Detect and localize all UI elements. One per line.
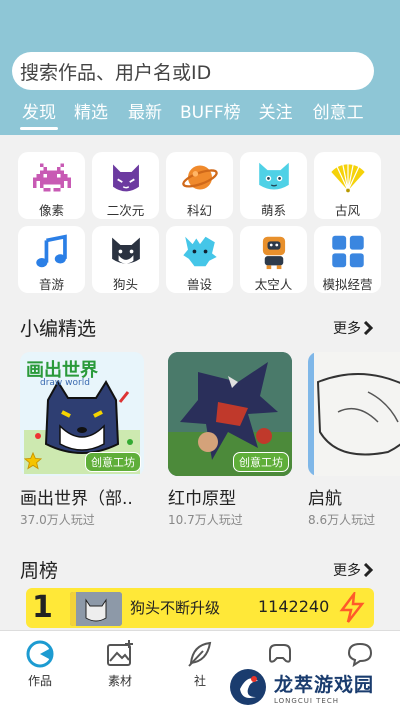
category-label: 太空人 <box>254 277 293 292</box>
search-placeholder: 搜索作品、用户名或ID <box>20 61 212 84</box>
pick-card[interactable]: 画出世界 draw world 创意工坊 画出世界（部.. 37.0万人玩过 <box>20 352 144 528</box>
lightning-icon <box>339 592 365 623</box>
header: 搜索作品、用户名或ID 发现 精选 最新 BUFF榜 关注 创意工 <box>0 0 400 135</box>
category-ancient[interactable]: 古风 <box>314 152 381 219</box>
category-label: 像素 <box>38 203 64 218</box>
category-anime[interactable]: 二次元 <box>92 152 159 219</box>
more-label: 更多 <box>333 563 361 579</box>
category-cute[interactable]: 萌系 <box>240 152 307 219</box>
pick-card[interactable]: 启航 8.6万人玩过 <box>308 352 400 528</box>
chevron-right-icon <box>363 563 373 577</box>
weekly-more-link[interactable]: 更多 <box>333 560 373 580</box>
category-label: 萌系 <box>260 203 286 218</box>
pick-thumbnail: 画出世界 draw world 创意工坊 <box>20 352 144 476</box>
feather-icon <box>188 641 212 667</box>
pick-title: 红巾原型 <box>168 489 236 509</box>
weekly-title: 周榜 <box>20 560 59 582</box>
category-beast[interactable]: 兽设 <box>166 226 233 293</box>
weekly-top-item[interactable]: 1 狗头不断升级 1142240 <box>26 588 374 628</box>
tab-buff-rank[interactable]: BUFF榜 <box>180 100 241 128</box>
pick-title: 画出世界（部.. <box>20 489 133 509</box>
pick-plays: 37.0万人玩过 <box>20 513 95 527</box>
chevron-right-icon <box>363 321 373 335</box>
dog-game-artwork <box>70 592 122 626</box>
category-label: 兽设 <box>186 277 212 292</box>
anime-cat-icon <box>112 164 139 192</box>
category-label: 古风 <box>334 203 360 218</box>
watermark-logo <box>230 669 266 705</box>
category-astronaut[interactable]: 太空人 <box>240 226 307 293</box>
pick-title: 启航 <box>308 489 342 509</box>
watermark-sub: LONGCUI TECH <box>274 696 339 705</box>
category-grid: 像素 二次元 科幻 萌系 古风 音游 狗头 兽设 太空人 模拟经营 <box>18 152 388 293</box>
picks-carousel[interactable]: 画出世界 draw world 创意工坊 画出世界（部.. 37.0万人玩过 创… <box>20 352 400 532</box>
category-simulation[interactable]: 模拟经营 <box>314 226 381 293</box>
planet-icon <box>181 165 218 190</box>
category-label: 音游 <box>38 277 64 292</box>
nav-community[interactable]: 社 <box>170 639 230 689</box>
weekly-thumbnail <box>70 592 122 626</box>
image-add-icon <box>107 640 133 666</box>
music-note-icon <box>35 234 67 268</box>
category-dog[interactable]: 狗头 <box>92 226 159 293</box>
pick-thumbnail: 创意工坊 <box>168 352 292 476</box>
watermark: 龙萃游戏园 LONGCUI TECH <box>228 664 400 710</box>
picks-more-link[interactable]: 更多 <box>333 318 373 338</box>
space-invader-icon <box>32 163 71 192</box>
rank-number: 1 <box>32 590 53 625</box>
category-pixel[interactable]: 像素 <box>18 152 85 219</box>
dog-head-icon <box>111 237 140 264</box>
folding-fan-icon <box>330 161 365 193</box>
category-rhythm[interactable]: 音游 <box>18 226 85 293</box>
nav-label: 素材 <box>107 674 132 688</box>
tab-selected[interactable]: 精选 <box>74 100 108 128</box>
nav-label: 社 <box>193 674 206 688</box>
pick-plays: 8.6万人玩过 <box>308 513 376 527</box>
works-icon <box>26 640 54 668</box>
grid-blocks-icon <box>331 235 364 268</box>
search-input[interactable]: 搜索作品、用户名或ID <box>12 52 374 90</box>
tab-discover[interactable]: 发现 <box>20 100 58 130</box>
pick-card[interactable]: 创意工坊 红巾原型 10.7万人玩过 <box>168 352 292 528</box>
nav-works[interactable]: 作品 <box>10 639 70 689</box>
weekly-item-name: 狗头不断升级 <box>130 599 221 617</box>
pick-plays: 10.7万人玩过 <box>168 513 243 527</box>
nav-assets[interactable]: 素材 <box>90 639 150 689</box>
more-label: 更多 <box>333 321 361 337</box>
category-label: 科幻 <box>186 203 212 218</box>
pick-thumbnail <box>308 352 400 476</box>
tab-follow[interactable]: 关注 <box>259 100 293 128</box>
workshop-badge: 创意工坊 <box>233 452 289 472</box>
artwork-subtitle: draw world <box>40 378 90 388</box>
category-label: 模拟经营 <box>322 277 373 292</box>
nav-label: 作品 <box>27 674 52 688</box>
picks-title: 小编精选 <box>20 318 97 340</box>
category-label: 二次元 <box>106 203 145 218</box>
weekly-item-score: 1142240 <box>258 597 330 616</box>
beast-icon <box>182 236 217 267</box>
watermark-main: 龙萃游戏园 <box>274 673 375 696</box>
category-label: 狗头 <box>112 277 138 292</box>
category-tabs: 发现 精选 最新 BUFF榜 关注 创意工 <box>0 98 400 130</box>
tab-latest[interactable]: 最新 <box>128 100 162 128</box>
workshop-badge: 创意工坊 <box>85 452 141 472</box>
star-icon <box>24 452 42 470</box>
cute-cat-icon <box>258 162 289 190</box>
astronaut-icon <box>262 236 285 270</box>
sketch-artwork <box>308 352 400 476</box>
tab-workshop[interactable]: 创意工 <box>313 100 364 128</box>
category-scifi[interactable]: 科幻 <box>166 152 233 219</box>
